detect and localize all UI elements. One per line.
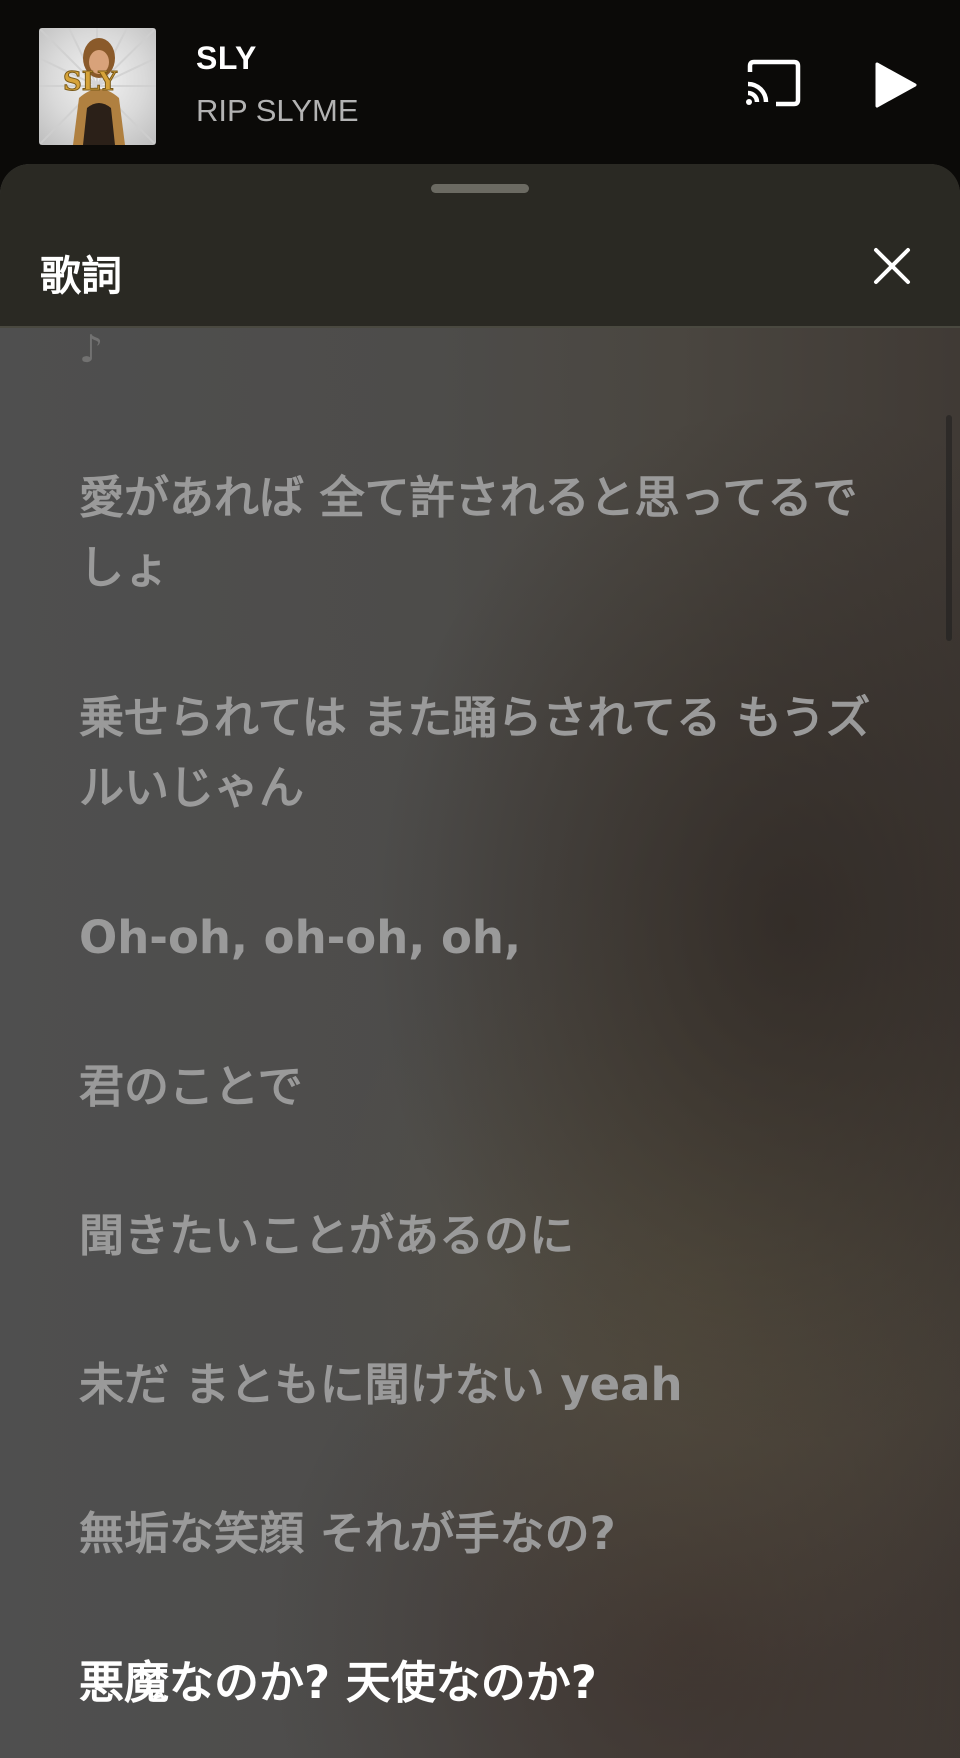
album-art[interactable]: SLY <box>39 28 156 145</box>
play-icon <box>875 62 917 108</box>
lyric-line[interactable]: Oh-oh, oh-oh, oh, <box>79 903 879 973</box>
lyric-line[interactable]: 乗せられては また踊らされてる もうズルいじゃん <box>79 683 879 823</box>
lyric-line[interactable]: 無垢な笑顔 それが手なの? <box>79 1499 879 1569</box>
lyrics-sheet-header: 歌詞 <box>0 164 960 328</box>
close-button[interactable] <box>872 246 912 286</box>
cast-button[interactable] <box>744 58 804 110</box>
mini-player[interactable]: SLY SLY RIP SLYME <box>0 0 960 170</box>
lyric-line-active[interactable]: 悪魔なのか? 天使なのか? <box>79 1648 879 1718</box>
music-note-icon: ♪ <box>79 327 104 371</box>
lyric-line[interactable]: 未だ まともに聞けない yeah <box>79 1350 879 1420</box>
lyric-line[interactable]: 聞きたいことがあるのに <box>79 1201 879 1271</box>
lyrics-title: 歌詞 <box>40 252 122 300</box>
track-artist[interactable]: RIP SLYME <box>196 93 359 129</box>
album-art-image: SLY <box>39 28 156 145</box>
play-button[interactable] <box>870 60 920 110</box>
cast-icon <box>746 59 801 107</box>
lyric-line[interactable]: 愛があれば 全て許されると思ってるでしょ <box>79 463 879 603</box>
drag-handle[interactable] <box>431 184 529 193</box>
track-title[interactable]: SLY <box>196 40 257 77</box>
lyrics-scrollbar[interactable] <box>946 415 952 641</box>
svg-text:SLY: SLY <box>63 67 117 97</box>
lyric-line[interactable]: 君のことで <box>79 1052 879 1122</box>
close-icon <box>874 248 910 284</box>
